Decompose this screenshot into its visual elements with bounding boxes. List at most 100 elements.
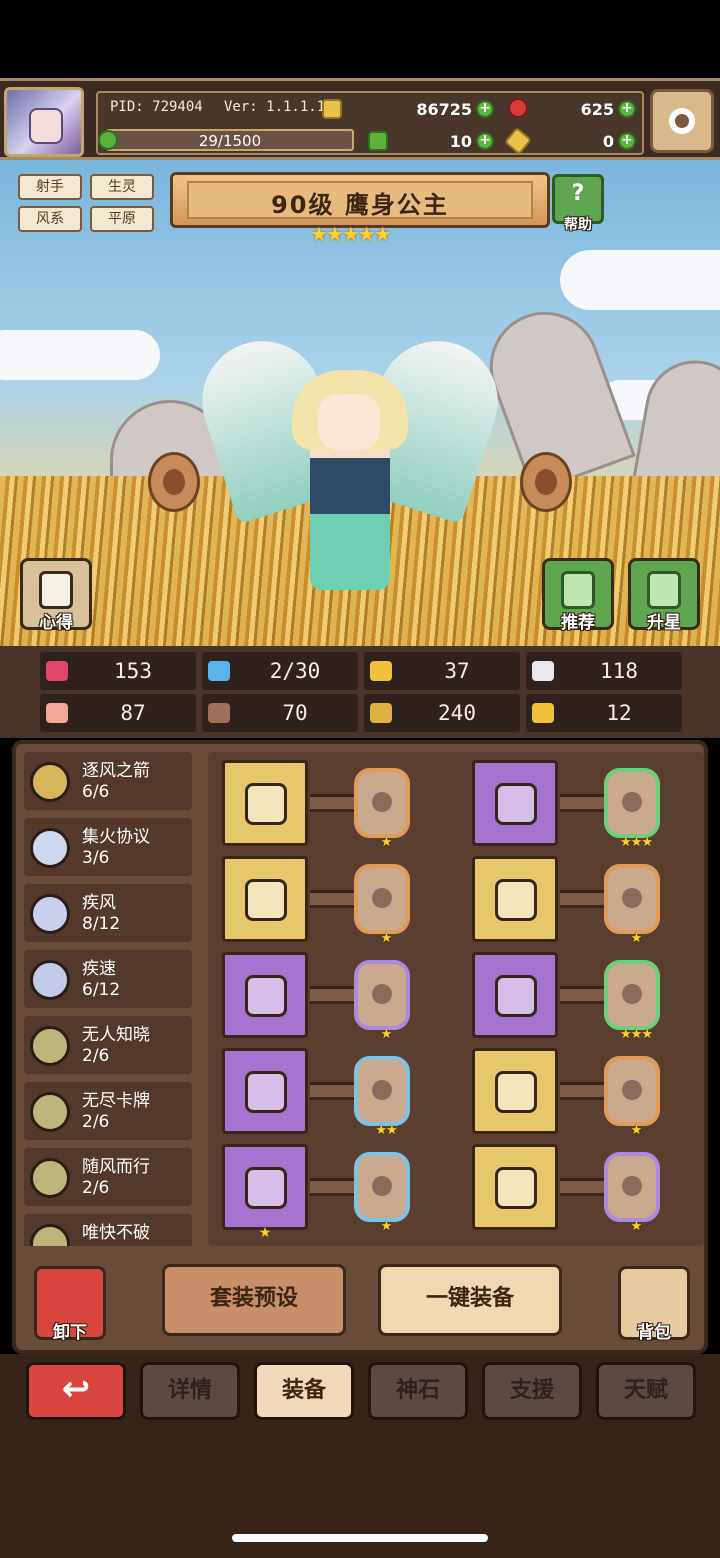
set-name: 随风而行 [82,1157,150,1177]
rune-stars: ★★★ [620,1027,653,1042]
rune-slot[interactable]: ★ [354,960,410,1042]
equipment-item[interactable] [222,760,308,846]
equipment-item[interactable] [472,952,558,1038]
back-button[interactable]: ↩ [26,1362,126,1420]
set-count: 6/6 [82,782,110,802]
rune-slot[interactable]: ★★★ [604,768,660,850]
tab-support[interactable]: 支援 [482,1362,582,1420]
home-indicator[interactable] [232,1534,488,1542]
set-item[interactable]: 集火协议 3/6 [24,818,192,876]
set-item[interactable]: 逐风之箭 6/6 [24,752,192,810]
bow-icon [245,783,287,825]
stat-value: 118 [600,659,638,683]
rune-slot[interactable]: ★ [354,864,410,946]
tag-plain: 平原 [90,206,154,232]
add-key-icon[interactable]: + [618,132,636,150]
equipment-item[interactable] [472,760,558,846]
rune-slot[interactable]: ★ [354,1152,410,1234]
unequip-button[interactable]: 卸下 [34,1266,106,1343]
stat-speed: 118 [526,652,682,690]
set-preset-button[interactable]: 套装预设 [162,1264,346,1336]
set-item[interactable]: 随风而行 2/6 [24,1148,192,1206]
notes-label: 心得 [39,613,73,633]
set-item[interactable]: 唯快不破 [24,1214,192,1246]
rune-slot[interactable]: ★ [354,768,410,850]
set-emblem-icon [30,1092,70,1132]
notes-icon [39,571,73,609]
hero-face [318,394,380,450]
heart-icon [46,661,68,681]
stat-value: 240 [438,701,476,725]
rune-slot[interactable]: ★ [604,1056,660,1138]
stat-value: 2/30 [269,659,321,683]
key-value: 0 [602,131,614,151]
add-gem-icon[interactable]: + [618,100,636,118]
tab-details[interactable]: 详情 [140,1362,240,1420]
settings-button[interactable] [650,89,714,153]
equipment-item[interactable] [222,952,308,1038]
set-item[interactable]: 无尽卡牌 2/6 [24,1082,192,1140]
top-header: PID: 729404 Ver: 1.1.1.14 86725 + 625 + … [0,78,720,160]
rune-glyph-icon [622,1080,642,1100]
cloud [0,330,160,380]
socket-link [560,890,604,908]
tab-divine-stone[interactable]: 神石 [368,1362,468,1420]
gold-coin-icon [322,99,342,119]
set-emblem-icon [30,960,70,1000]
add-clover-icon[interactable]: + [476,132,494,150]
tab-equipment[interactable]: 装备 [254,1362,354,1420]
stat-range: 240 [364,694,520,732]
add-gold-icon[interactable]: + [476,100,494,118]
arrow-icon [245,879,287,921]
shoes-icon [495,1167,537,1209]
prev-hero-button[interactable] [148,452,200,512]
rune-slot[interactable]: ★ [604,1152,660,1234]
stats-panel: 153 2/30 37 118 87 70 240 12 [0,646,720,738]
set-item[interactable]: 无人知晓 2/6 [24,1016,192,1074]
stat-value: 153 [114,659,152,683]
rune-slot[interactable]: ★ [604,864,660,946]
equipment-item[interactable] [222,856,308,942]
hero-title-banner: 90级 鹰身公主 [170,172,550,228]
bag-button[interactable]: 背包 [618,1266,690,1343]
auto-equip-button[interactable]: 一键装备 [378,1264,562,1336]
equipment-item[interactable]: ★ [222,1144,308,1241]
gem-value: 625 [580,99,614,119]
water-drop-icon [208,661,230,681]
player-info: PID: 729404 Ver: 1.1.1.14 86725 + 625 + … [96,91,644,156]
equipment-item[interactable] [472,1048,558,1134]
socket-link [310,986,354,1004]
set-emblem-icon [30,1158,70,1198]
rune-stars: ★ [380,835,393,850]
socket-link [560,986,604,1004]
boot-icon [495,975,537,1017]
stat-value: 12 [606,701,632,725]
equipment-item[interactable] [222,1048,308,1134]
avatar-face [29,108,63,144]
stat-mana: 2/30 [202,652,358,690]
fist-icon [46,703,68,723]
rune-glyph-icon [372,984,392,1004]
set-name: 唯快不破 [82,1223,150,1243]
hero-title: 90级 鹰身公主 [271,191,449,219]
rune-stars: ★★★ [620,835,653,850]
stat-magic: 70 [202,694,358,732]
armor-icon [495,879,537,921]
player-id: PID: 729404 [110,99,203,115]
set-name: 无尽卡牌 [82,1091,150,1111]
rune-slot[interactable]: ★★ [354,1056,410,1138]
tab-talent[interactable]: 天赋 [596,1362,696,1420]
rune-slot[interactable]: ★★★ [604,960,660,1042]
set-item[interactable]: 疾风 8/12 [24,884,192,942]
game-version: Ver: 1.1.1.14 [224,99,334,115]
set-bonus-list[interactable]: 逐风之箭 6/6 集火协议 3/6 疾风 8/12 疾速 6/12 无人知晓 2/6 无尽… [24,752,202,1246]
equipment-item[interactable] [472,856,558,942]
next-hero-button[interactable] [520,452,572,512]
player-avatar[interactable] [4,87,84,157]
set-count: 2/6 [82,1178,110,1198]
tag-archer: 射手 [18,174,82,200]
equipment-item[interactable] [472,1144,558,1230]
set-name: 集火协议 [82,827,150,847]
socket-link [310,1178,354,1196]
set-item[interactable]: 疾速 6/12 [24,950,192,1008]
